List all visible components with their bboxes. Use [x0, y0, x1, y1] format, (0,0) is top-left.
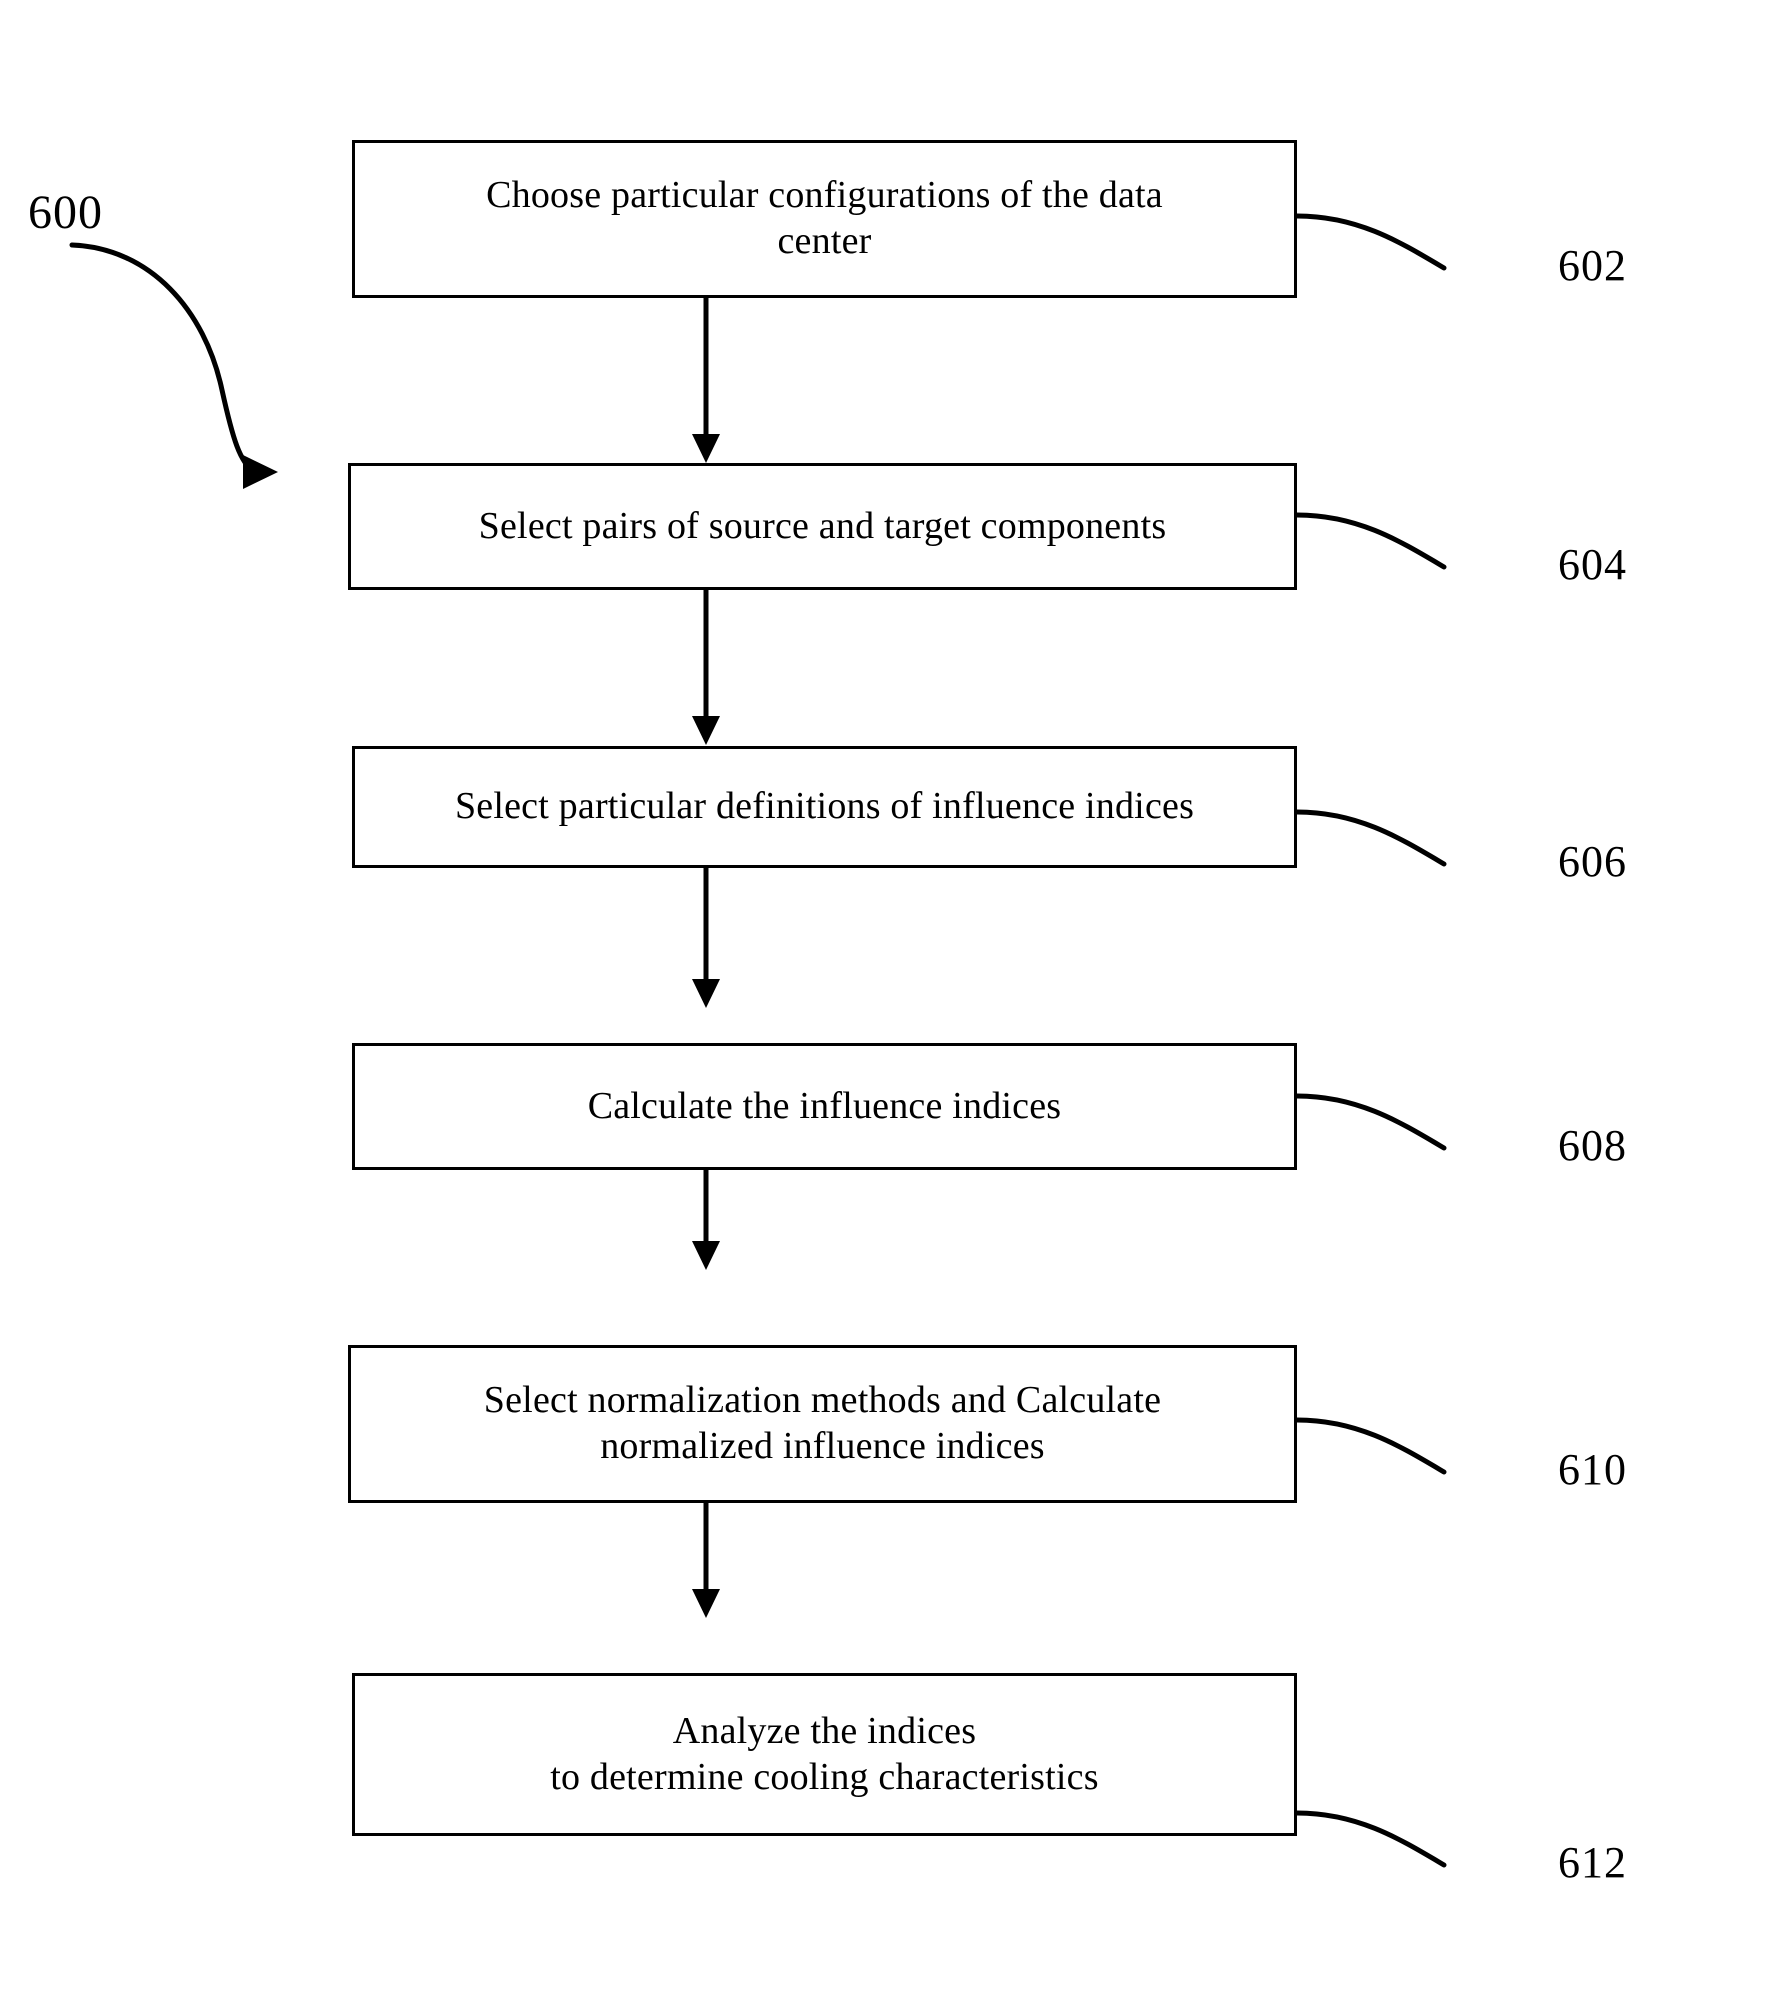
ref-leader-612 — [1294, 1810, 1447, 1868]
patent-flowchart-figure: 600 Choose particular configurations of … — [0, 0, 1765, 1990]
process-box-612-label: Analyze the indices to determine cooling… — [550, 1709, 1099, 1798]
process-box-610[interactable]: Select normalization methods and Calcula… — [348, 1345, 1297, 1503]
ref-number-612: 612 — [1558, 1838, 1627, 1887]
ref-leader-606 — [1294, 809, 1447, 867]
connector-604-606 — [692, 590, 720, 745]
process-box-604-label: Select pairs of source and target compon… — [478, 504, 1167, 547]
process-box-606[interactable]: Select particular definitions of influen… — [352, 746, 1297, 868]
ref-leader-610 — [1294, 1417, 1447, 1475]
ref-number-606: 606 — [1558, 837, 1627, 886]
process-box-608[interactable]: Calculate the influence indices — [352, 1043, 1297, 1170]
ref-leader-608 — [1294, 1093, 1447, 1151]
connector-602-604 — [692, 298, 720, 463]
figure-number-label: 600 — [28, 186, 103, 239]
process-box-602[interactable]: Choose particular configurations of the … — [352, 140, 1297, 298]
ref-leader-602 — [1294, 213, 1447, 271]
figure-number-leader-arrow — [69, 242, 278, 489]
process-box-612[interactable]: Analyze the indices to determine cooling… — [352, 1673, 1297, 1836]
ref-leader-604 — [1294, 512, 1447, 570]
ref-number-604: 604 — [1558, 540, 1627, 589]
process-box-602-label: Choose particular configurations of the … — [486, 174, 1163, 262]
process-box-608-label: Calculate the influence indices — [587, 1084, 1062, 1127]
process-box-606-label: Select particular definitions of influen… — [454, 785, 1195, 828]
ref-number-602: 602 — [1558, 241, 1627, 290]
ref-number-608: 608 — [1558, 1121, 1627, 1170]
process-box-610-label: Select normalization methods and Calcula… — [483, 1379, 1162, 1467]
process-box-604[interactable]: Select pairs of source and target compon… — [348, 463, 1297, 590]
ref-number-610: 610 — [1558, 1445, 1627, 1494]
